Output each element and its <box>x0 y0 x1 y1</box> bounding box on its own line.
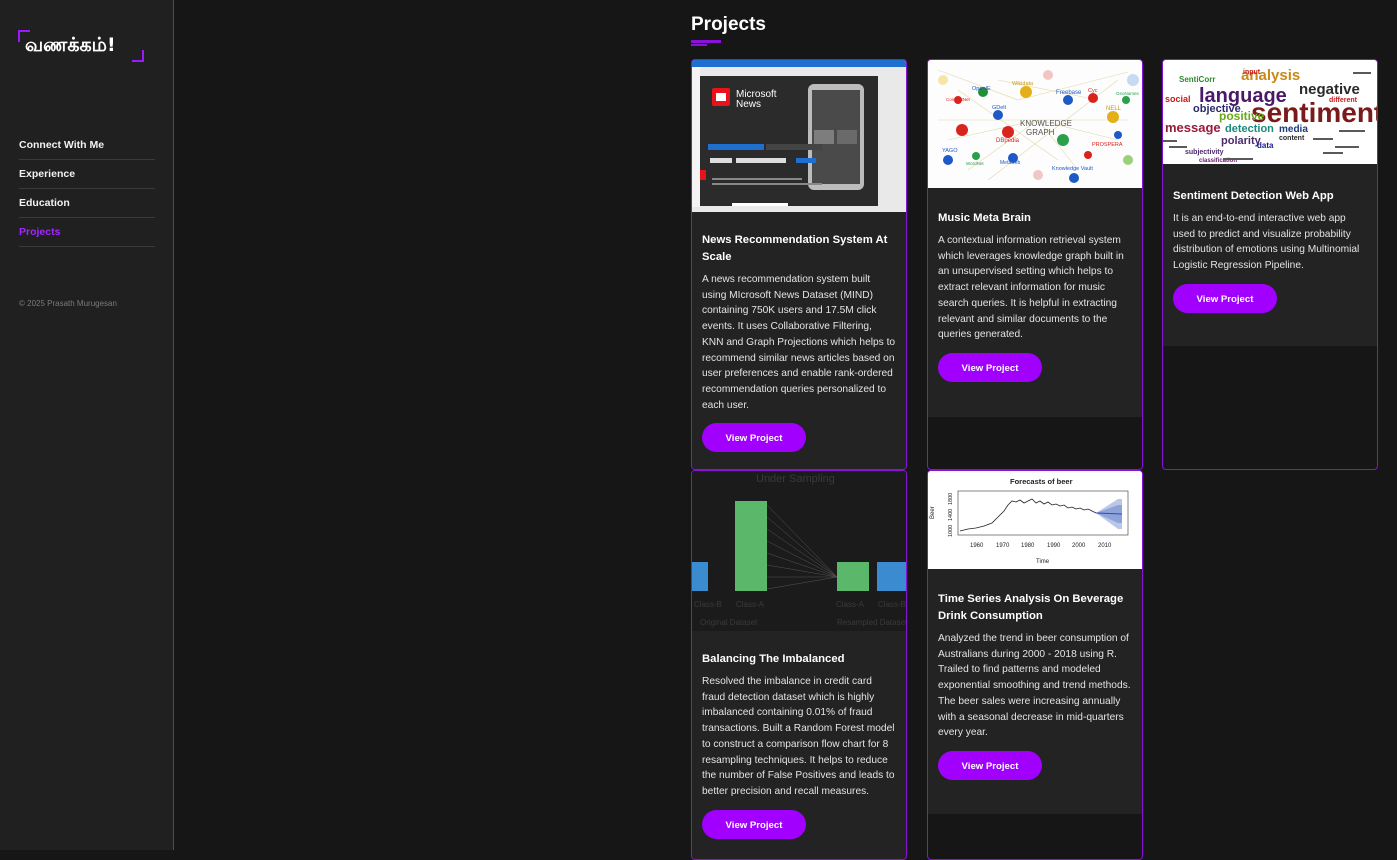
graph-node-label: OpenIE <box>972 86 991 92</box>
project-card-music: KNOWLEDGE GRAPH OpenIE Wikidata Freebase… <box>927 59 1143 470</box>
wordcloud-word: polarity <box>1221 135 1262 147</box>
chart-xtick: 1970 <box>996 543 1010 549</box>
view-project-button[interactable]: View Project <box>938 352 1042 382</box>
chart-xtick: 1960 <box>970 543 984 549</box>
chart-xtick: 1990 <box>1047 543 1061 549</box>
wordcloud-word: negative <box>1299 81 1360 98</box>
chart-xtick: 2000 <box>1072 543 1086 549</box>
project-thumbnail-timeseries[interactable]: Forecasts of beer Beer Time 1000 1400 18… <box>928 471 1142 569</box>
wordcloud-word: objective <box>1193 103 1241 115</box>
chart-xlabel: Time <box>1036 559 1050 565</box>
chart-ytick: 1000 <box>948 525 954 537</box>
logo-corner-bottom-right <box>132 50 144 62</box>
project-card-imbalance: Under Sampling Class-B Class-A Class-A C… <box>691 470 907 860</box>
chart-ytick: 1400 <box>948 509 954 521</box>
project-description: Analyzed the trend in beer consumption o… <box>938 633 1131 739</box>
chart-ytick: 1800 <box>948 493 954 505</box>
graph-node-label: DBpedia <box>996 138 1020 144</box>
graph-center-line2: GRAPH <box>1026 128 1055 137</box>
bar-label: Class-B <box>878 600 906 609</box>
sidebar: வணக்கம்! Connect With Me Experience Educ… <box>0 0 174 850</box>
graph-node-label: Freebase <box>1056 90 1082 96</box>
bar-label: Class-A <box>736 600 765 609</box>
graph-node-label: PROSPERA <box>1092 142 1123 148</box>
nav-item-projects[interactable]: Projects <box>19 218 155 247</box>
graph-node-label: Metaweb <box>1000 160 1021 166</box>
bar-label: Class-A <box>836 600 865 609</box>
nav-item-connect[interactable]: Connect With Me <box>19 131 155 160</box>
logo-text: வணக்கம்! <box>25 34 116 56</box>
copyright: © 2025 Prasath Murugesan <box>19 299 117 308</box>
page-title: Projects <box>691 14 766 35</box>
project-thumbnail-music[interactable]: KNOWLEDGE GRAPH OpenIE Wikidata Freebase… <box>928 60 1142 188</box>
graph-node-label: GeoNames <box>1116 91 1140 96</box>
view-project-button[interactable]: View Project <box>938 750 1042 780</box>
project-description: Resolved the imbalance in credit card fr… <box>702 676 895 797</box>
project-card-sentiment: sentiment language analysis negative mes… <box>1162 59 1378 470</box>
wordcloud-word: social <box>1165 94 1191 104</box>
graph-node-label: Cyc <box>1088 88 1098 94</box>
chart-caption: Original Dataset <box>700 618 758 627</box>
bar-label: Class-B <box>694 600 722 609</box>
wordcloud-word: content <box>1279 135 1305 142</box>
title-underline <box>691 40 721 43</box>
graph-node-label: NELL <box>1106 106 1122 112</box>
wordcloud-word: message <box>1165 120 1221 135</box>
view-project-button[interactable]: View Project <box>702 809 806 839</box>
wordcloud-word: different <box>1329 97 1358 104</box>
project-description: A contextual information retrieval syste… <box>938 235 1124 341</box>
project-card-timeseries: Forecasts of beer Beer Time 1000 1400 18… <box>927 470 1143 860</box>
graph-node-label: YAGO <box>942 148 958 154</box>
graph-node-label: GDelt <box>992 105 1007 111</box>
wordcloud-word: detection <box>1225 123 1274 135</box>
chart-xtick: 2010 <box>1098 543 1112 549</box>
wordcloud-word: SentiCorr <box>1179 75 1215 84</box>
chart-title: Forecasts of beer <box>1010 477 1073 486</box>
sidebar-nav: Connect With Me Experience Education Pro… <box>19 131 155 247</box>
project-title: Sentiment Detection Web App <box>1173 190 1334 202</box>
view-project-button[interactable]: View Project <box>1173 283 1277 313</box>
view-project-button[interactable]: View Project <box>702 423 806 453</box>
graph-node-label: Wikidata <box>1012 81 1034 87</box>
thumb-brand-line2: News <box>736 99 761 110</box>
graph-node-label: ConceptNet <box>946 97 971 102</box>
title-underline-short <box>691 44 707 46</box>
wordcloud-word: media <box>1279 124 1308 135</box>
chart-caption: Resampled Dataset <box>837 618 906 627</box>
project-title: Time Series Analysis On Beverage Drink C… <box>938 593 1124 622</box>
chart-title: Under Sampling <box>756 473 835 485</box>
wordcloud-word: input <box>1243 69 1261 76</box>
project-title: Balancing The Imbalanced <box>702 653 845 665</box>
project-card-news: Microsoft News News Recommendation Syste… <box>691 59 907 470</box>
project-title: Music Meta Brain <box>938 212 1031 224</box>
project-description: It is an end-to-end interactive web app … <box>1173 213 1360 272</box>
graph-node-label: WordNet <box>966 161 984 166</box>
chart-xtick: 1980 <box>1021 543 1035 549</box>
project-thumbnail-imbalance[interactable]: Under Sampling Class-B Class-A Class-A C… <box>692 471 906 631</box>
project-description: A news recommendation system built using… <box>702 274 896 411</box>
project-title: News Recommendation System At Scale <box>702 234 888 263</box>
chart-ylabel: Beer <box>930 506 936 519</box>
graph-node-label: Knowledge Vault <box>1052 166 1093 172</box>
project-thumbnail-news[interactable]: Microsoft News <box>692 60 906 212</box>
graph-center-line1: KNOWLEDGE <box>1020 119 1072 128</box>
logo[interactable]: வணக்கம்! <box>18 30 144 62</box>
wordcloud-word: subjectivity <box>1185 149 1224 156</box>
project-thumbnail-sentiment[interactable]: sentiment language analysis negative mes… <box>1163 60 1377 164</box>
nav-item-experience[interactable]: Experience <box>19 160 155 189</box>
nav-item-education[interactable]: Education <box>19 189 155 218</box>
wordcloud-word: data <box>1257 141 1274 150</box>
